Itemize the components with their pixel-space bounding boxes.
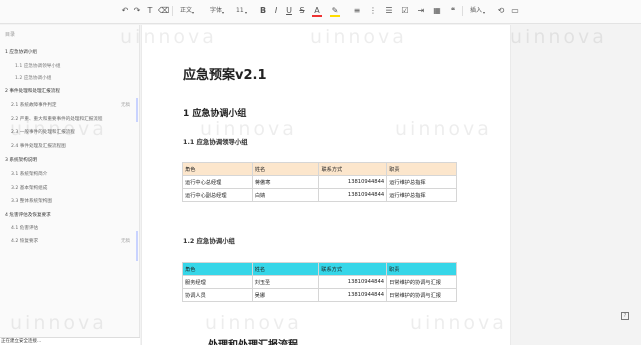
table-cell[interactable]: 服务经理 [182, 275, 253, 289]
paragraph-style-select[interactable]: 正文 [180, 6, 192, 16]
heading-2[interactable]: 1.1 应急协调领导小组 [183, 137, 248, 146]
heading-1[interactable]: 1 应急协调小组 [183, 106, 246, 119]
outline-item[interactable]: 3.1 系统架构简介 [11, 172, 47, 178]
outline-item[interactable]: 1.1 应急协调领导小组 [15, 64, 61, 70]
table-cell[interactable]: 刘玉圣 [251, 275, 320, 289]
table-header-row: 角色 姓名 联系方式 职责 [182, 262, 457, 276]
outline-scroll-indicator [136, 231, 138, 261]
status-text: 正在建立安全连接... [1, 339, 42, 344]
table-header-cell[interactable]: 角色 [182, 162, 253, 176]
align-icon[interactable]: ≡ [352, 5, 362, 17]
table-header-cell[interactable]: 联系方式 [318, 262, 388, 276]
leadership-table[interactable]: 角色 姓名 联系方式 职责 运行中心总经理 蒋傲寒 13810944844 运行… [182, 162, 457, 202]
toolbar-divider [172, 6, 173, 16]
document-title[interactable]: 应急预案v2.1 [183, 64, 267, 83]
table-cell[interactable]: 运行维护总指挥 [386, 175, 457, 189]
history-icon[interactable]: ⟲ [496, 5, 506, 17]
insert-menu[interactable]: 插入 [470, 6, 482, 16]
redo-icon[interactable]: ↷ [132, 5, 142, 17]
outline-item[interactable]: 2.4 事件处理及汇报流程图 [11, 144, 66, 150]
outline-item[interactable]: 3 系统架构说明 [5, 158, 37, 164]
chevron-down-icon[interactable]: ▾ [192, 8, 194, 18]
table-row: 运行中心副总经理 白婧 13810944844 运行维护总指挥 [182, 188, 457, 202]
outline-item[interactable]: 4.1 危害评估 [11, 226, 38, 232]
outline-sidebar: 目录 1 应急协调小组 1.1 应急协调领导小组 1.2 应急协调小组 2 事件… [0, 25, 140, 345]
table-header-cell[interactable]: 角色 [182, 262, 253, 276]
table-cell[interactable]: 运行中心副总经理 [182, 188, 253, 202]
outline-item[interactable]: 1 应急协调小组 [5, 50, 37, 56]
toolbar-divider [462, 6, 463, 16]
strikethrough-icon[interactable]: S [297, 5, 307, 17]
quote-icon[interactable]: ❝ [448, 5, 458, 17]
table-cell[interactable]: 日常维护的协调与汇报 [386, 275, 457, 289]
outline-item[interactable]: 3.2 基本架构组成 [11, 186, 47, 192]
heading-2[interactable]: 1.2 应急协调小组 [183, 236, 235, 245]
heading-1-partial[interactable]: 处理和处理汇报流程 [208, 336, 298, 345]
comment-icon[interactable]: ▭ [510, 5, 520, 17]
highlight-icon[interactable]: ✎ [330, 5, 340, 17]
format-painter-icon[interactable]: T [145, 5, 155, 17]
outline-title: 目录 [5, 32, 16, 38]
table-cell[interactable]: 运行中心总经理 [182, 175, 253, 189]
outline-item[interactable]: 2 事件处理和处理汇报流程 [5, 89, 60, 95]
table-cell[interactable]: 13810944844 [318, 175, 388, 189]
table-cell[interactable]: 白婧 [251, 188, 320, 202]
right-margin [512, 25, 641, 345]
table-cell[interactable]: 13810944844 [318, 288, 388, 302]
italic-icon[interactable]: I [271, 5, 281, 17]
chevron-down-icon[interactable]: ▾ [222, 8, 224, 18]
table-header-cell[interactable]: 姓名 [251, 162, 320, 176]
outline-item[interactable]: 2.1 系统故障事件判定 [11, 103, 57, 109]
ordered-list-icon[interactable]: ⋮ [368, 5, 378, 17]
table-row: 服务经理 刘玉圣 13810944844 日常维护的协调与汇报 [182, 275, 457, 289]
coordination-table[interactable]: 角色 姓名 联系方式 职责 服务经理 刘玉圣 13810944844 日常维护的… [182, 262, 457, 302]
table-icon[interactable]: ▦ [432, 5, 442, 17]
table-row: 运行中心总经理 蒋傲寒 13810944844 运行维护总指挥 [182, 175, 457, 189]
indent-icon[interactable]: ⇥ [416, 5, 426, 17]
underline-icon[interactable]: U [284, 5, 294, 17]
table-header-cell[interactable]: 职责 [386, 162, 457, 176]
outline-item[interactable]: 2.3 一般事件的处理和汇报流程 [11, 130, 75, 136]
font-size-select[interactable]: 11 [236, 6, 244, 16]
table-header-row: 角色 姓名 联系方式 职责 [182, 162, 457, 176]
table-cell[interactable]: 协调人员 [182, 288, 253, 302]
bullet-list-icon[interactable]: ☰ [384, 5, 394, 17]
chevron-down-icon[interactable]: ▾ [483, 8, 485, 18]
chevron-down-icon[interactable]: ▾ [245, 8, 247, 18]
table-cell[interactable]: 13810944844 [318, 275, 388, 289]
outline-item[interactable]: 3.3 整体系统架构图 [11, 199, 52, 205]
help-icon[interactable]: ? [621, 312, 629, 320]
table-cell[interactable]: 日常维护的协调与汇报 [386, 288, 457, 302]
font-color-icon[interactable]: A [312, 5, 322, 17]
outline-side-label: 无稿 [121, 239, 130, 244]
table-cell[interactable]: 13810944844 [318, 188, 388, 202]
table-cell[interactable]: 吴娜 [251, 288, 320, 302]
outline-side-label: 无稿 [121, 103, 130, 108]
outline-scroll-indicator [136, 98, 138, 122]
outline-item[interactable]: 2.2 严重、重大和重要事件的处理和汇报流程 [11, 117, 102, 123]
table-cell[interactable]: 运行维护总指挥 [386, 188, 457, 202]
clear-format-icon[interactable]: ⌫ [158, 5, 169, 17]
font-family-select[interactable]: 字体 [210, 6, 222, 16]
table-cell[interactable]: 蒋傲寒 [251, 175, 320, 189]
checklist-icon[interactable]: ☑ [400, 5, 410, 17]
undo-icon[interactable]: ↶ [120, 5, 130, 17]
table-row: 协调人员 吴娜 13810944844 日常维护的协调与汇报 [182, 288, 457, 302]
outline-item[interactable]: 4.2 恢复要求 [11, 239, 38, 245]
outline-item[interactable]: 4 危害评估及恢复要求 [5, 213, 51, 219]
outline-item[interactable]: 1.2 应急协调小组 [15, 76, 51, 82]
bold-icon[interactable]: B [258, 5, 268, 17]
editor-toolbar: ↶ ↷ T ⌫ 正文 ▾ 字体 ▾ 11 ▾ B I U S A ✎ ≡ ⋮ ☰… [0, 0, 641, 24]
table-header-cell[interactable]: 姓名 [251, 262, 320, 276]
table-header-cell[interactable]: 职责 [386, 262, 457, 276]
table-header-cell[interactable]: 联系方式 [318, 162, 388, 176]
